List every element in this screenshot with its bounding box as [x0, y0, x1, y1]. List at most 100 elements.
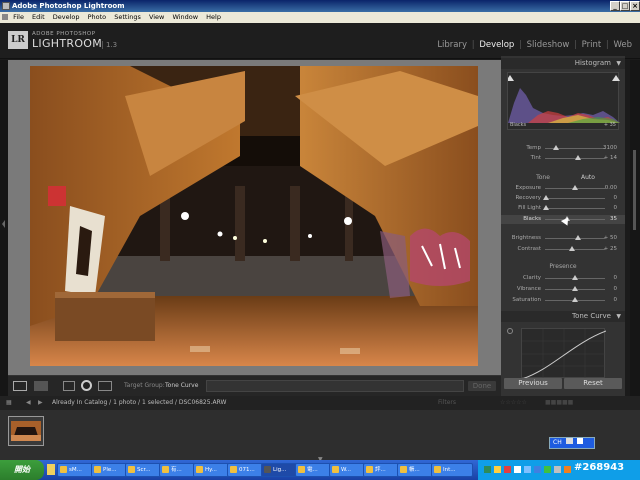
tone-curve-header[interactable]: Tone Curve ▼ [501, 311, 625, 322]
reset-button[interactable]: Reset [564, 378, 622, 389]
slider-tint[interactable]: Tint + 14 [501, 154, 625, 163]
tray-icon[interactable] [494, 466, 501, 473]
menu-file[interactable]: File [10, 12, 27, 23]
menu-settings[interactable]: Settings [111, 12, 144, 23]
slider-knob[interactable] [543, 195, 549, 200]
menu-window[interactable]: Window [169, 12, 201, 23]
filmstrip-thumbnail[interactable] [8, 416, 44, 446]
tray-icon[interactable] [564, 466, 571, 473]
module-slideshow[interactable]: Slideshow [527, 40, 570, 50]
module-print[interactable]: Print [582, 40, 602, 50]
slider-value[interactable]: + 50 [604, 234, 617, 243]
tray-icon[interactable] [554, 466, 561, 473]
done-button[interactable]: Done [468, 381, 496, 391]
slider-value[interactable]: 0 [614, 274, 618, 283]
slider-knob[interactable] [572, 185, 578, 190]
maximize-button[interactable]: □ [620, 1, 630, 11]
slider-exposure[interactable]: Exposure 0.00 [501, 184, 625, 193]
slider-value[interactable]: + 14 [604, 154, 617, 163]
collapse-triangle-icon[interactable]: ▼ [616, 311, 621, 322]
slider-knob[interactable] [553, 145, 559, 150]
slider-knob[interactable] [569, 246, 575, 251]
tray-icon[interactable] [514, 466, 521, 473]
tray-icon[interactable] [504, 466, 511, 473]
slider-value[interactable]: 3100 [603, 144, 617, 153]
rating-filter[interactable]: ☆☆☆☆☆ [500, 396, 527, 410]
slider-clarity[interactable]: Clarity 0 [501, 274, 625, 283]
scrollbar-thumb[interactable] [633, 150, 636, 230]
slider-temp[interactable]: Temp 3100 [501, 144, 625, 153]
slider-value[interactable]: 35 [610, 215, 617, 224]
color-filter[interactable]: ■■■■■ [545, 396, 573, 410]
tone-curve-graph[interactable] [521, 328, 607, 380]
slider-knob[interactable] [543, 205, 549, 210]
document-icon[interactable] [2, 14, 8, 20]
slider-value[interactable]: + 25 [604, 245, 617, 254]
slider-knob[interactable] [572, 286, 578, 291]
slider-saturation[interactable]: Saturation 0 [501, 296, 625, 305]
keyboard-icon[interactable] [565, 438, 573, 444]
menu-edit[interactable]: Edit [29, 12, 48, 23]
taskbar-item[interactable]: sM... [57, 463, 93, 477]
slider-contrast[interactable]: Contrast + 25 [501, 245, 625, 254]
module-web[interactable]: Web [613, 40, 632, 50]
before-after-icon[interactable] [34, 381, 48, 391]
right-panel-scrollbar[interactable] [630, 60, 640, 396]
slider-value[interactable]: 0 [614, 296, 618, 305]
filmstrip-info[interactable]: Already In Catalog / 1 photo / 1 selecte… [52, 396, 226, 410]
module-library[interactable]: Library [437, 40, 467, 50]
target-group-select[interactable]: Tone Curve [165, 382, 198, 389]
start-button[interactable]: 開始 [0, 460, 44, 480]
slider-recovery[interactable]: Recovery 0 [501, 194, 625, 203]
photo-preview[interactable] [30, 66, 478, 366]
histogram-header[interactable]: Histogram ▼ [501, 58, 625, 69]
tray-icon[interactable] [524, 466, 531, 473]
menu-photo[interactable]: Photo [85, 12, 110, 23]
taskbar-item[interactable]: Scr... [125, 463, 161, 477]
slider-fill-light[interactable]: Fill Light 0 [501, 204, 625, 213]
histogram-display[interactable]: Blacks + 35 [506, 72, 620, 130]
quicklaunch-icon[interactable] [47, 464, 55, 475]
left-panel-collapsed[interactable] [0, 60, 8, 396]
taskbar-item-active[interactable]: Lig... [261, 463, 297, 477]
back-arrow-icon[interactable]: ◀ [26, 396, 31, 410]
slider-knob[interactable] [572, 275, 578, 280]
taskbar-item[interactable]: 評... [363, 463, 399, 477]
taskbar-item[interactable]: Int... [431, 463, 473, 477]
module-develop[interactable]: Develop [479, 40, 514, 50]
loupe-view-icon[interactable] [13, 381, 27, 391]
slider-brightness[interactable]: Brightness + 50 [501, 234, 625, 243]
taskbar-item[interactable]: 071... [227, 463, 263, 477]
minimize-button[interactable]: _ [610, 1, 620, 11]
help-icon[interactable] [576, 438, 583, 444]
spot-removal-icon[interactable] [81, 380, 92, 391]
slider-value[interactable]: 0.00 [605, 184, 617, 193]
taskbar-item[interactable]: 帳... [397, 463, 433, 477]
redeye-tool-icon[interactable] [98, 381, 112, 391]
slider-value[interactable]: 0 [614, 194, 618, 203]
forward-arrow-icon[interactable]: ▶ [38, 396, 43, 410]
collapse-triangle-icon[interactable]: ▼ [616, 58, 621, 69]
slider-knob[interactable] [575, 155, 581, 160]
window-title-bar[interactable]: Adobe Photoshop Lightroom _ □ × [0, 0, 640, 12]
menu-develop[interactable]: Develop [50, 12, 83, 23]
close-button[interactable]: × [630, 1, 640, 11]
tray-icon[interactable] [484, 466, 491, 473]
slider-value[interactable]: 0 [614, 285, 618, 294]
tray-icon[interactable] [534, 466, 541, 473]
menu-help[interactable]: Help [203, 12, 224, 23]
previous-button[interactable]: Previous [504, 378, 562, 389]
slider-knob[interactable] [575, 235, 581, 240]
auto-tone-button[interactable]: Auto [581, 174, 595, 181]
taskbar-item[interactable]: W... [329, 463, 365, 477]
crop-tool-icon[interactable] [63, 381, 75, 391]
taskbar-item[interactable]: Ple... [91, 463, 127, 477]
slider-knob[interactable] [572, 297, 578, 302]
menu-view[interactable]: View [146, 12, 167, 23]
tray-icon[interactable] [544, 466, 551, 473]
slider-value[interactable]: 0 [614, 204, 618, 213]
taskbar-item[interactable]: 電... [295, 463, 331, 477]
taskbar-item[interactable]: 有... [159, 463, 195, 477]
taskbar-item[interactable]: Hy... [193, 463, 229, 477]
grid-icon[interactable]: ▦ [6, 396, 12, 410]
